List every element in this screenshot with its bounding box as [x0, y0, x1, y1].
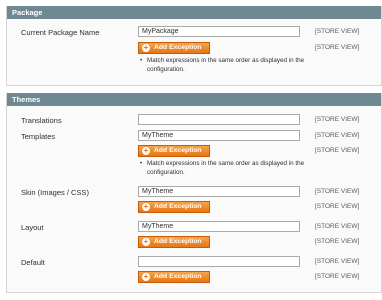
templates-scope: [STORE VIEW]: [315, 132, 360, 139]
skin-label: Skin (Images / CSS): [21, 188, 89, 197]
exception-note-text: Match expressions in the same order as d…: [147, 57, 305, 73]
skin-add-exception-button[interactable]: + Add Exception: [138, 201, 210, 213]
translations-row: Translations [STORE VIEW]: [7, 114, 381, 128]
layout-row: Layout [STORE VIEW] + Add Exception [STO…: [7, 221, 381, 251]
plus-icon: +: [142, 237, 150, 246]
current-package-input[interactable]: [138, 26, 300, 37]
plus-icon: +: [142, 43, 150, 52]
bullet-icon: •: [140, 57, 143, 64]
themes-section: Themes Translations [STORE VIEW] Templat…: [6, 93, 382, 293]
exception-note: • Match expressions in the same order as…: [140, 56, 310, 74]
layout-add-exception-button[interactable]: + Add Exception: [138, 236, 210, 248]
templates-note-text: Match expressions in the same order as d…: [147, 160, 305, 176]
add-exception-label: Add Exception: [154, 203, 202, 210]
themes-section-header[interactable]: Themes: [7, 93, 381, 106]
skin-input[interactable]: [138, 186, 300, 197]
default-scope: [STORE VIEW]: [315, 258, 360, 265]
add-exception-label: Add Exception: [154, 273, 202, 280]
layout-input[interactable]: [138, 221, 300, 232]
templates-input[interactable]: [138, 130, 300, 141]
skin-row: Skin (Images / CSS) [STORE VIEW] + Add E…: [7, 186, 381, 216]
plus-icon: +: [142, 272, 150, 281]
layout-label: Layout: [21, 223, 44, 232]
add-exception-button[interactable]: + Add Exception: [138, 42, 210, 54]
default-label: Default: [21, 258, 45, 267]
templates-row: Templates [STORE VIEW] + Add Exception […: [7, 130, 381, 184]
templates-exception-note: • Match expressions in the same order as…: [140, 159, 310, 177]
plus-icon: +: [142, 146, 150, 155]
templates-add-exception-button[interactable]: + Add Exception: [138, 145, 210, 157]
translations-scope: [STORE VIEW]: [315, 116, 360, 123]
translations-label: Translations: [21, 116, 62, 125]
default-input[interactable]: [138, 256, 300, 267]
translations-input[interactable]: [138, 114, 300, 125]
add-exception-label: Add Exception: [154, 44, 202, 51]
current-package-row: Current Package Name [STORE VIEW] + Add …: [7, 26, 381, 82]
add-exception-label: Add Exception: [154, 238, 202, 245]
layout-exception-scope: [STORE VIEW]: [315, 238, 360, 245]
skin-exception-scope: [STORE VIEW]: [315, 203, 360, 210]
package-section-header[interactable]: Package: [7, 6, 381, 19]
default-add-exception-button[interactable]: + Add Exception: [138, 271, 210, 283]
skin-scope: [STORE VIEW]: [315, 188, 360, 195]
default-exception-scope: [STORE VIEW]: [315, 273, 360, 280]
current-package-scope: [STORE VIEW]: [315, 28, 360, 35]
package-section: Package Current Package Name [STORE VIEW…: [6, 6, 382, 86]
plus-icon: +: [142, 202, 150, 211]
current-package-label: Current Package Name: [21, 28, 100, 37]
current-package-exception-scope: [STORE VIEW]: [315, 44, 360, 51]
default-row: Default [STORE VIEW] + Add Exception [ST…: [7, 256, 381, 286]
layout-scope: [STORE VIEW]: [315, 223, 360, 230]
templates-exception-scope: [STORE VIEW]: [315, 147, 360, 154]
bullet-icon: •: [140, 160, 143, 167]
templates-label: Templates: [21, 132, 56, 141]
add-exception-label: Add Exception: [154, 147, 202, 154]
